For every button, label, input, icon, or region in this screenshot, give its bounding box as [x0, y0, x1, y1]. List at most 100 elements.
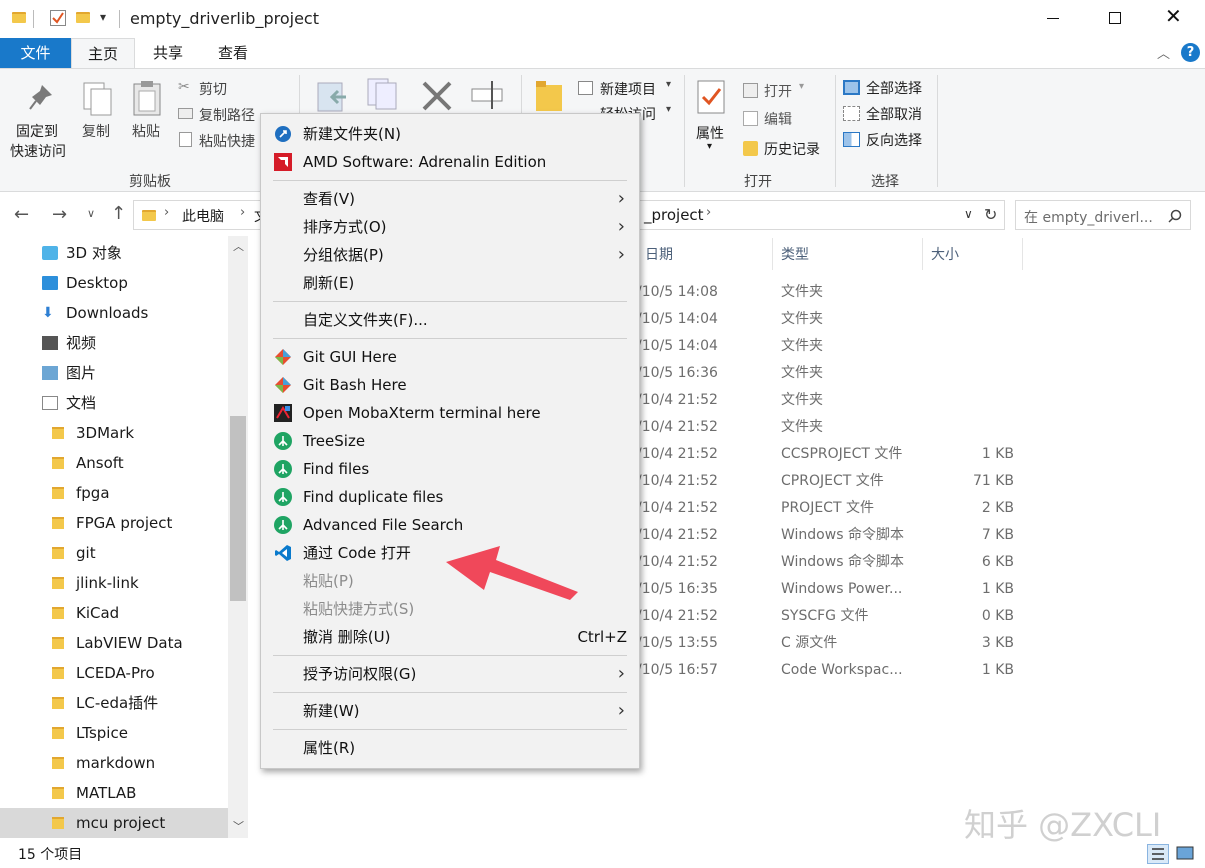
- file-date[interactable]: /10/4 21:52: [637, 603, 718, 630]
- nav-item[interactable]: LC-eda插件: [0, 688, 228, 718]
- menu-item-new[interactable]: 新建(W) ›: [271, 697, 629, 725]
- menu-item-new-folder[interactable]: 新建文件夹(N): [271, 120, 629, 148]
- nav-item[interactable]: Desktop: [0, 268, 228, 298]
- file-date[interactable]: /10/5 16:57: [637, 657, 718, 684]
- file-size[interactable]: 71 KB: [930, 468, 1014, 495]
- file-size[interactable]: 2 KB: [930, 495, 1014, 522]
- copy-to-icon[interactable]: [366, 77, 400, 111]
- menu-item-find-files[interactable]: Find files: [271, 455, 629, 483]
- file-type[interactable]: Windows 命令脚本: [781, 549, 904, 576]
- file-size[interactable]: [930, 306, 1014, 333]
- file-size[interactable]: [930, 333, 1014, 360]
- nav-item[interactable]: git: [0, 538, 228, 568]
- menu-item-amd[interactable]: AMD Software: Adrenalin Edition: [271, 148, 629, 176]
- menu-item-undo-delete[interactable]: 撤消 删除(U) Ctrl+Z: [271, 623, 629, 651]
- file-date[interactable]: /10/4 21:52: [637, 414, 718, 441]
- file-type[interactable]: Windows Power...: [781, 576, 902, 603]
- file-size[interactable]: 1 KB: [930, 441, 1014, 468]
- delete-icon[interactable]: [420, 79, 454, 113]
- breadcrumb-current[interactable]: _project: [644, 206, 704, 224]
- customize-qat-icon[interactable]: ▾: [100, 10, 106, 24]
- file-type[interactable]: 文件夹: [781, 279, 823, 306]
- new-folder-icon[interactable]: [76, 12, 90, 23]
- file-date[interactable]: /10/4 21:52: [637, 549, 718, 576]
- nav-item[interactable]: 视频: [0, 328, 228, 358]
- file-size[interactable]: 7 KB: [930, 522, 1014, 549]
- nav-item[interactable]: jlink-link: [0, 568, 228, 598]
- nav-item[interactable]: LTspice: [0, 718, 228, 748]
- scroll-up-icon[interactable]: ︿: [233, 238, 244, 254]
- menu-item-mobaxterm[interactable]: Open MobaXterm terminal here: [271, 399, 629, 427]
- file-size[interactable]: [930, 360, 1014, 387]
- menu-item-treesize[interactable]: TreeSize: [271, 427, 629, 455]
- file-type[interactable]: 文件夹: [781, 306, 823, 333]
- menu-item-group[interactable]: 分组依据(P) ›: [271, 241, 629, 269]
- menu-item-refresh[interactable]: 刷新(E): [271, 269, 629, 297]
- nav-item[interactable]: ⬇ Downloads: [0, 298, 228, 328]
- nav-item[interactable]: 3D 对象: [0, 238, 228, 268]
- refresh-icon[interactable]: ↻: [984, 205, 997, 224]
- pin-quick-access-button[interactable]: 固定到 快速访问: [8, 77, 74, 169]
- file-size[interactable]: 1 KB: [930, 576, 1014, 603]
- file-type[interactable]: SYSCFG 文件: [781, 603, 868, 630]
- scroll-down-icon[interactable]: ﹀: [233, 818, 244, 834]
- menu-item-git-gui[interactable]: Git GUI Here: [271, 343, 629, 371]
- menu-item-properties[interactable]: 属性(R): [271, 734, 629, 762]
- file-date[interactable]: /10/5 14:04: [637, 333, 718, 360]
- file-size[interactable]: 3 KB: [930, 630, 1014, 657]
- nav-item[interactable]: fpga: [0, 478, 228, 508]
- file-size[interactable]: 0 KB: [930, 603, 1014, 630]
- tab-file[interactable]: 文件: [0, 38, 71, 68]
- rename-icon[interactable]: [470, 77, 508, 113]
- address-dropdown-icon[interactable]: ∨: [964, 207, 973, 221]
- menu-item-find-duplicates[interactable]: Find duplicate files: [271, 483, 629, 511]
- nav-item[interactable]: Ansoft: [0, 448, 228, 478]
- up-icon[interactable]: ↑: [111, 203, 126, 224]
- nav-item[interactable]: KiCad: [0, 598, 228, 628]
- minimize-icon[interactable]: [1047, 18, 1059, 19]
- help-icon[interactable]: ?: [1181, 43, 1200, 62]
- file-date[interactable]: /10/4 21:52: [637, 522, 718, 549]
- file-size[interactable]: 1 KB: [930, 657, 1014, 684]
- back-icon[interactable]: ←: [14, 204, 29, 225]
- file-date[interactable]: /10/5 14:04: [637, 306, 718, 333]
- column-header-date[interactable]: 日期: [645, 244, 673, 264]
- menu-item-grant-access[interactable]: 授予访问权限(G) ›: [271, 660, 629, 688]
- file-date[interactable]: /10/5 14:08: [637, 279, 718, 306]
- file-type[interactable]: Code Workspac...: [781, 657, 903, 684]
- maximize-icon[interactable]: [1109, 12, 1121, 24]
- column-header-type[interactable]: 类型: [781, 244, 809, 264]
- file-size[interactable]: 6 KB: [930, 549, 1014, 576]
- nav-item[interactable]: mcu project: [0, 808, 228, 838]
- column-header-size[interactable]: 大小: [931, 244, 959, 264]
- file-type[interactable]: CCSPROJECT 文件: [781, 441, 902, 468]
- file-type[interactable]: 文件夹: [781, 414, 823, 441]
- large-icons-view-icon[interactable]: [1175, 844, 1197, 864]
- forward-icon[interactable]: →: [52, 204, 67, 225]
- file-date[interactable]: /10/5 16:35: [637, 576, 718, 603]
- scrollbar-thumb[interactable]: [230, 416, 246, 601]
- file-date[interactable]: /10/4 21:52: [637, 387, 718, 414]
- file-type[interactable]: Windows 命令脚本: [781, 522, 904, 549]
- tab-home[interactable]: 主页: [71, 38, 135, 68]
- file-type[interactable]: 文件夹: [781, 360, 823, 387]
- file-type[interactable]: 文件夹: [781, 387, 823, 414]
- file-size[interactable]: [930, 387, 1014, 414]
- nav-item[interactable]: markdown: [0, 748, 228, 778]
- menu-item-advanced-search[interactable]: Advanced File Search: [271, 511, 629, 539]
- file-type[interactable]: PROJECT 文件: [781, 495, 874, 522]
- close-icon[interactable]: ✕: [1165, 4, 1182, 28]
- details-view-icon[interactable]: [1147, 844, 1169, 864]
- nav-item[interactable]: MATLAB: [0, 778, 228, 808]
- file-date[interactable]: /10/5 16:36: [637, 360, 718, 387]
- properties-button[interactable]: 属性 ▾: [692, 77, 732, 169]
- file-type[interactable]: C 源文件: [781, 630, 837, 657]
- recent-locations-icon[interactable]: ∨: [87, 207, 95, 220]
- nav-scrollbar[interactable]: ︿ ﹀: [228, 236, 248, 838]
- nav-item[interactable]: 3DMark: [0, 418, 228, 448]
- menu-item-view[interactable]: 查看(V) ›: [271, 185, 629, 213]
- file-date[interactable]: /10/4 21:52: [637, 468, 718, 495]
- file-type[interactable]: CPROJECT 文件: [781, 468, 884, 495]
- collapse-ribbon-icon[interactable]: ︿: [1157, 43, 1170, 62]
- nav-item[interactable]: 图片: [0, 358, 228, 388]
